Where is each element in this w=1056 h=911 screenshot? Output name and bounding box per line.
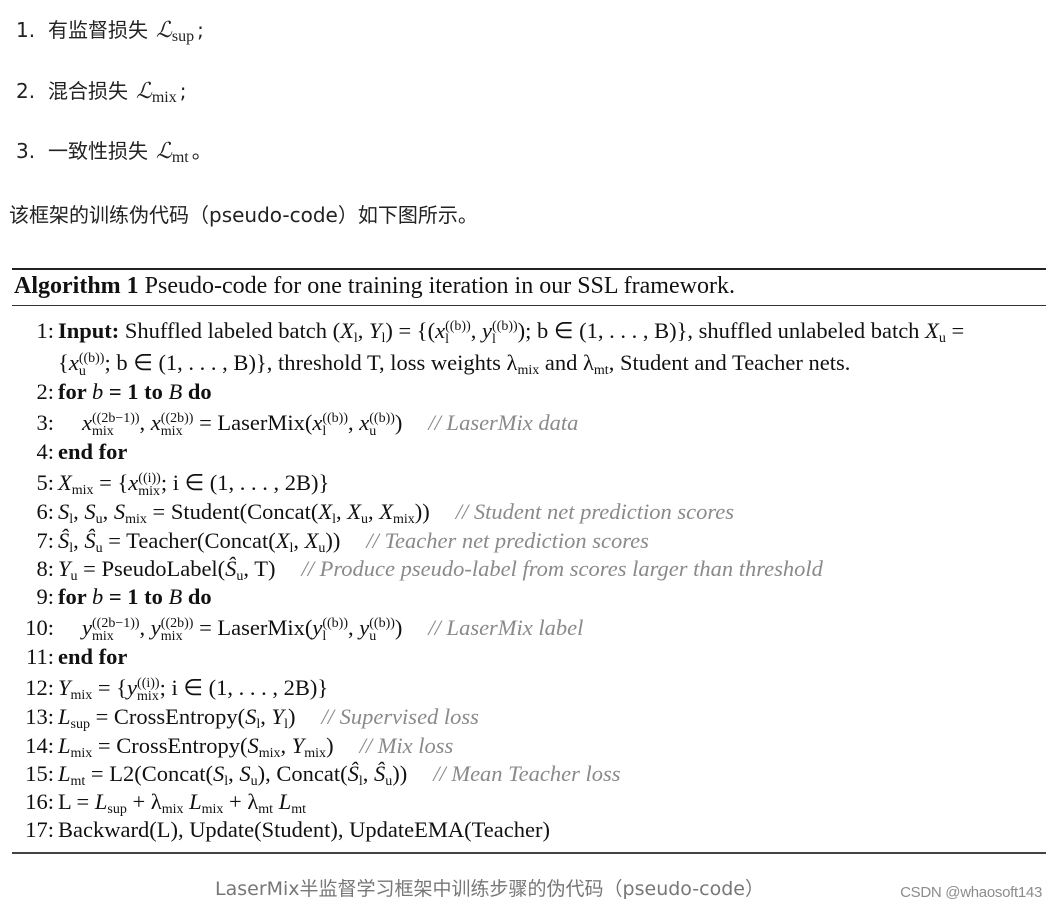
math-symbol: ℒ	[156, 139, 172, 164]
line-number: 9:	[36, 583, 54, 609]
code-text: Shuffled labeled batch (Xl, Yl) = {(x ((b…	[124, 318, 965, 347]
algorithm-line: 12: Ymix = {y ((i)) mix; i ∈ (1, . . . , 2B…	[12, 671, 1046, 703]
line-number: 8:	[36, 555, 54, 581]
punctuation: ;	[197, 18, 204, 42]
algorithm-line: 9: for b = 1 to B do	[12, 583, 1046, 611]
algorithm-label: Algorithm 1	[14, 273, 139, 299]
list-number: 2.	[16, 79, 36, 103]
line-number: 15:	[25, 760, 54, 786]
code-text: x ((2b−1)) mix, x ((2b)) mix = LaserMix(x ((b…	[82, 410, 403, 440]
code-text: {x ((b)) u; b ∈ (1, . . . , B)}, threshold…	[58, 350, 851, 379]
code-comment: // Produce pseudo-label from scores larg…	[301, 555, 823, 581]
algorithm-line: 11: end for	[12, 643, 1046, 671]
math-symbol: ℒ	[136, 79, 152, 104]
algorithm-line: 8: Yu = PseudoLabel(Ŝu, T) // Produce pseu…	[12, 555, 1046, 584]
algorithm-line: 14: Lmix = CrossEntropy(Smix, Ymix) // Mix…	[12, 732, 1046, 761]
math-subscript: mix	[151, 89, 177, 106]
algorithm-title: Algorithm 1 Pseudo-code for one training…	[12, 270, 1046, 305]
code-text: y ((2b−1)) mix, y ((2b)) mix = LaserMix(y ((b…	[82, 615, 403, 644]
code-text: Ymix = {y ((i)) mix; i ∈ (1, . . . , 2B)}	[58, 675, 329, 705]
code-text: Xmix = {x ((i)) mix; i ∈ (1, . . . , 2B)}	[58, 470, 330, 500]
code-comment: // Mean Teacher loss	[433, 760, 621, 786]
list-text: 混合损失	[48, 79, 128, 103]
list-number: 3.	[16, 139, 36, 163]
line-number: 1:	[36, 318, 54, 343]
keyword: end for	[58, 439, 128, 465]
math-symbol: ℒ	[156, 18, 172, 43]
keyword: Input:	[58, 318, 120, 343]
algorithm-line: 2: for b = 1 to B do	[12, 378, 1046, 406]
watermark: CSDN @whaosoft143	[900, 884, 1042, 901]
line-number: 17:	[25, 817, 54, 843]
algorithm-line: 5: Xmix = {x ((i)) mix; i ∈ (1, . . . , 2B)…	[12, 466, 1046, 498]
line-number: 4:	[36, 439, 54, 465]
keyword: for b = 1 to B do	[58, 583, 212, 609]
code-comment: // Student net prediction scores	[455, 499, 735, 525]
algorithm-line: 3: x ((2b−1)) mix, x ((2b)) mix = LaserMix(x(…	[12, 406, 1046, 438]
algorithm-line: {x ((b)) u; b ∈ (1, . . . , B)}, threshold…	[12, 346, 1046, 378]
code-comment: // Teacher net prediction scores	[366, 527, 649, 553]
line-number: 5:	[36, 470, 54, 496]
algorithm-line: 15: Lmt = L2(Concat(Sl, Su), Concat(Ŝl, Ŝ…	[12, 760, 1046, 789]
figure-caption: LaserMix半监督学习框架中训练步骤的伪代码（pseudo-code）	[215, 878, 764, 900]
keyword: for b = 1 to B do	[58, 379, 212, 404]
algorithm-line: 6: Sl, Su, Smix = Student(Concat(Xl, Xu, …	[12, 498, 1046, 528]
line-number: 3:	[36, 410, 54, 436]
code-text: L = Lsup + λmix Lmix + λmt Lmt	[58, 788, 306, 817]
algorithm-line: 16: L = Lsup + λmix Lmix + λmt Lmt	[12, 788, 1046, 817]
line-number: 11:	[26, 644, 54, 670]
line-number: 13:	[25, 704, 54, 730]
algorithm-line: 10: y ((2b−1)) mix, y ((2b)) mix = LaserMix(y…	[12, 611, 1046, 643]
bottom-rule	[12, 852, 1046, 854]
line-number: 16:	[25, 788, 54, 814]
code-text: Lmt = L2(Concat(Sl, Su), Concat(Ŝl, Ŝu))	[58, 760, 408, 789]
line-number: 12:	[25, 675, 54, 701]
code-comment: // LaserMix data	[428, 410, 579, 436]
math-subscript: mt	[171, 149, 189, 166]
algorithm-line: 13: Lsup = CrossEntropy(Sl, Yl) // Supervi…	[12, 703, 1046, 733]
code-text: Backward(L), Update(Student), UpdateEMA(…	[58, 817, 550, 843]
code-text: Sl, Su, Smix = Student(Concat(Xl, Xu, Xm…	[58, 499, 430, 528]
keyword: end for	[58, 644, 128, 670]
list-text: 有监督损失	[48, 18, 148, 42]
loss-list-item: 3. 一致性损失 ℒmt。	[16, 135, 212, 167]
list-number: 1.	[16, 18, 36, 42]
line-number: 7:	[36, 527, 54, 553]
code-comment: // Mix loss	[359, 732, 454, 758]
math-subscript: sup	[171, 28, 195, 45]
line-number: 14:	[25, 732, 54, 758]
algorithm-caption: Pseudo-code for one training iteration i…	[144, 273, 735, 299]
intro-paragraph: 该框架的训练伪代码（pseudo-code）如下图所示。	[9, 203, 478, 227]
punctuation: ;	[179, 79, 187, 103]
algorithm-block: Algorithm 1 Pseudo-code for one training…	[12, 268, 1046, 844]
loss-list-item: 2. 混合损失 ℒmix;	[16, 75, 187, 107]
algorithm-line: 4: end for	[12, 438, 1046, 466]
code-comment: // Supervised loss	[321, 704, 479, 730]
code-comment: // LaserMix label	[428, 615, 584, 641]
line-number: 10:	[25, 615, 54, 641]
line-number: 6:	[36, 499, 54, 525]
line-number: 2:	[36, 379, 54, 404]
punctuation: 。	[191, 139, 212, 163]
algorithm-lines: 1: Input: Shuffled labeled batch (Xl, Yl)…	[12, 306, 1046, 844]
code-text: Lsup = CrossEntropy(Sl, Yl)	[58, 704, 296, 733]
code-text: Yu = PseudoLabel(Ŝu, T)	[58, 555, 276, 584]
algorithm-line: 7: Ŝl, Ŝu = Teacher(Concat(Xl, Xu)) // Tea…	[12, 527, 1046, 556]
loss-list-item: 1. 有监督损失 ℒsup;	[16, 14, 204, 46]
algorithm-line: 1: Input: Shuffled labeled batch (Xl, Yl)…	[12, 314, 1046, 346]
list-text: 一致性损失	[48, 139, 148, 163]
code-text: Ŝl, Ŝu = Teacher(Concat(Xl, Xu))	[58, 527, 341, 556]
code-text: Lmix = CrossEntropy(Smix, Ymix)	[58, 732, 334, 761]
algorithm-line: 17: Backward(L), Update(Student), UpdateE…	[12, 816, 1046, 844]
